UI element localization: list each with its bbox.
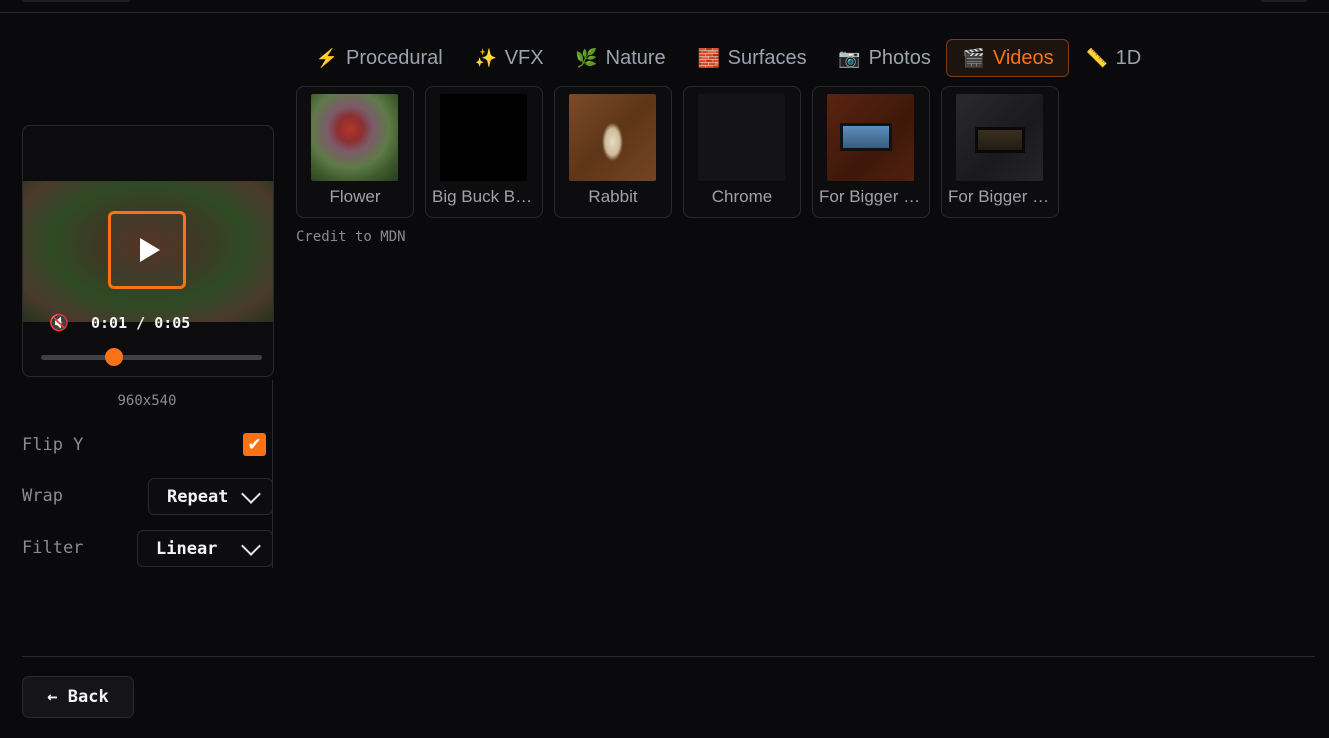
mute-icon[interactable]: 🔇 — [49, 313, 69, 333]
tab-videos[interactable]: 🎬 Videos — [945, 39, 1069, 77]
brick-icon: 🧱 — [697, 47, 720, 68]
video-card-label: For Bigger Escapes — [948, 187, 1058, 206]
tab-label: Photos — [868, 46, 931, 69]
top-bar-edge-right — [1261, 0, 1307, 2]
footer-divider — [22, 656, 1315, 657]
video-frame[interactable] — [23, 181, 273, 322]
video-card-for-bigger-escapes[interactable]: For Bigger Escapes — [941, 86, 1059, 218]
video-card-chrome[interactable]: Chrome — [683, 86, 801, 218]
wrap-label: Wrap — [22, 486, 63, 506]
wrap-value: Repeat — [167, 486, 229, 507]
checkmark-icon: ✔ — [247, 435, 262, 454]
play-button[interactable] — [108, 211, 186, 289]
filter-value: Linear — [156, 538, 218, 559]
lightning-icon: ⚡ — [315, 47, 339, 68]
tab-label: Videos — [992, 46, 1054, 69]
back-button-label: ← Back — [47, 687, 109, 707]
chevron-down-icon — [241, 483, 261, 504]
tab-label: Procedural — [346, 46, 443, 69]
video-time: 0:01 / 0:05 — [91, 314, 191, 332]
video-card-label: For Bigger Blazes — [819, 187, 929, 206]
wrap-select[interactable]: Repeat — [148, 478, 273, 515]
flip-y-label: Flip Y — [22, 435, 84, 455]
video-card-label: Flower — [329, 187, 381, 206]
panel-divider — [272, 380, 273, 568]
video-card-label: Rabbit — [588, 187, 638, 206]
tab-surfaces[interactable]: 🧱 Surfaces — [681, 39, 822, 77]
video-card-rabbit[interactable]: Rabbit — [554, 86, 672, 218]
video-thumbnail — [569, 94, 656, 181]
seek-bar[interactable] — [41, 348, 262, 366]
preview-panel: 🔇 0:01 / 0:05 960x540 Flip Y ✔ Wrap Repe… — [22, 125, 274, 567]
video-card-label: Chrome — [711, 187, 773, 206]
video-resolution: 960x540 — [117, 393, 177, 409]
seek-thumb[interactable] — [104, 348, 123, 366]
tab-photos[interactable]: 📷 Photos — [822, 39, 946, 77]
video-thumbnail — [698, 94, 785, 181]
sparkles-icon: ✨ — [474, 47, 497, 68]
credit-text: Credit to MDN — [296, 229, 406, 245]
video-controls: 🔇 0:01 / 0:05 — [23, 314, 273, 376]
herb-icon: 🌿 — [575, 47, 598, 68]
video-card-label: Big Buck Bunny — [432, 187, 542, 206]
video-thumbnail — [827, 94, 914, 181]
tab-label: Surfaces — [727, 46, 807, 69]
video-thumbnail — [311, 94, 398, 181]
tab-label: Nature — [605, 46, 666, 69]
video-thumbnail — [440, 94, 527, 181]
tab-label: VFX — [504, 46, 544, 69]
play-icon — [140, 238, 160, 262]
tab-nature[interactable]: 🌿 Nature — [559, 39, 681, 77]
tab-procedural[interactable]: ⚡ Procedural — [299, 39, 458, 77]
tab-label: 1D — [1115, 46, 1142, 69]
top-bar-edge-left — [22, 0, 130, 2]
video-player: 🔇 0:01 / 0:05 — [22, 125, 274, 377]
flip-y-checkbox[interactable]: ✔ — [243, 433, 266, 456]
video-card-big-buck-bunny[interactable]: Big Buck Bunny — [425, 86, 543, 218]
top-bar — [0, 0, 1329, 13]
filter-select[interactable]: Linear — [137, 530, 273, 567]
tab-vfx[interactable]: ✨ VFX — [458, 39, 559, 77]
video-grid: Flower Big Buck Bunny Rabbit Chrome For … — [296, 86, 1059, 218]
back-button[interactable]: ← Back — [22, 676, 134, 718]
filter-label: Filter — [22, 538, 84, 558]
clapper-icon: 🎬 — [962, 47, 986, 68]
camera-icon: 📷 — [838, 47, 861, 68]
category-tabs: ⚡ Procedural ✨ VFX 🌿 Nature 🧱 Surfaces 📷 Phot… — [299, 39, 1156, 79]
video-card-for-bigger-blazes[interactable]: For Bigger Blazes — [812, 86, 930, 218]
video-card-flower[interactable]: Flower — [296, 86, 414, 218]
ruler-icon: 📏 — [1085, 47, 1108, 68]
tab-1d[interactable]: 📏 1D — [1069, 39, 1157, 77]
video-thumbnail — [956, 94, 1043, 181]
chevron-down-icon — [241, 535, 261, 556]
